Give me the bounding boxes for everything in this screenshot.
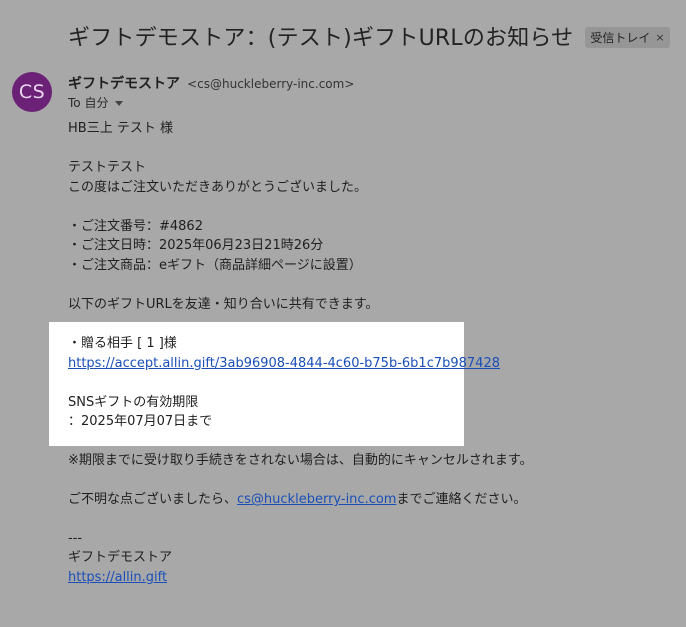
chevron-down-icon[interactable] [115,100,124,106]
inbox-label-chip[interactable]: 受信トレイ × [585,27,670,48]
gift-recipient: ・贈る相手 [ 1 ]様 [68,336,177,351]
sender-email: <cs@huckleberry-inc.com> [187,77,355,91]
to-label: To 自分 [68,96,109,110]
sender-name[interactable]: ギフトデモストア [68,76,180,92]
inbox-label-text: 受信トレイ [590,31,651,45]
share-text: 以下のギフトURLを友達・知り合いに共有できます。 [68,297,379,312]
recipient-details-toggle[interactable]: To 自分 [68,94,124,111]
gift-url-link[interactable]: https://accept.allin.gift/3ab96908-4844-… [68,356,500,371]
email-subject-row: ギフトデモストア：(テスト)ギフトURLのお知らせ 受信トレイ × [68,20,670,52]
contact-line: ご不明な点ございましたら、cs@huckleberry-inc.comまでご連絡… [68,490,526,510]
signature-name: ギフトデモストア [68,550,173,565]
order-date: ・ご注文日時：2025年06月23日21時26分 [68,238,324,253]
sender-avatar[interactable]: CS [12,72,52,112]
remove-label-icon[interactable]: × [655,31,664,44]
cancel-notice: ※期限までに受け取り手続きをされない場合は、自動的にキャンセルされます。 [68,453,533,468]
expiry-title: SNSギフトの有効期限 [68,395,199,410]
expiry-date: ：2025年07月07日まで [68,414,213,429]
signature-url-link[interactable]: https://allin.gift [68,570,167,585]
contact-email-link[interactable]: cs@huckleberry-inc.com [237,492,396,507]
sender-line: ギフトデモストア <cs@huckleberry-inc.com> [68,73,354,93]
order-number: ・ご注文番号：#4862 [68,219,203,234]
email-subject: ギフトデモストア：(テスト)ギフトURLのお知らせ [68,26,574,51]
body-line-2: この度はご注文いただきありがとうございました。 [68,180,368,195]
contact-suffix: までご連絡ください。 [396,492,527,507]
signature-separator: --- [68,531,83,546]
contact-prefix: ご不明な点ございましたら、 [68,492,238,507]
greeting: HB三上 テスト 様 [68,121,173,136]
order-item: ・ご注文商品：eギフト（商品詳細ページに設置） [68,258,362,273]
body-line-1: テストテスト [68,160,147,175]
